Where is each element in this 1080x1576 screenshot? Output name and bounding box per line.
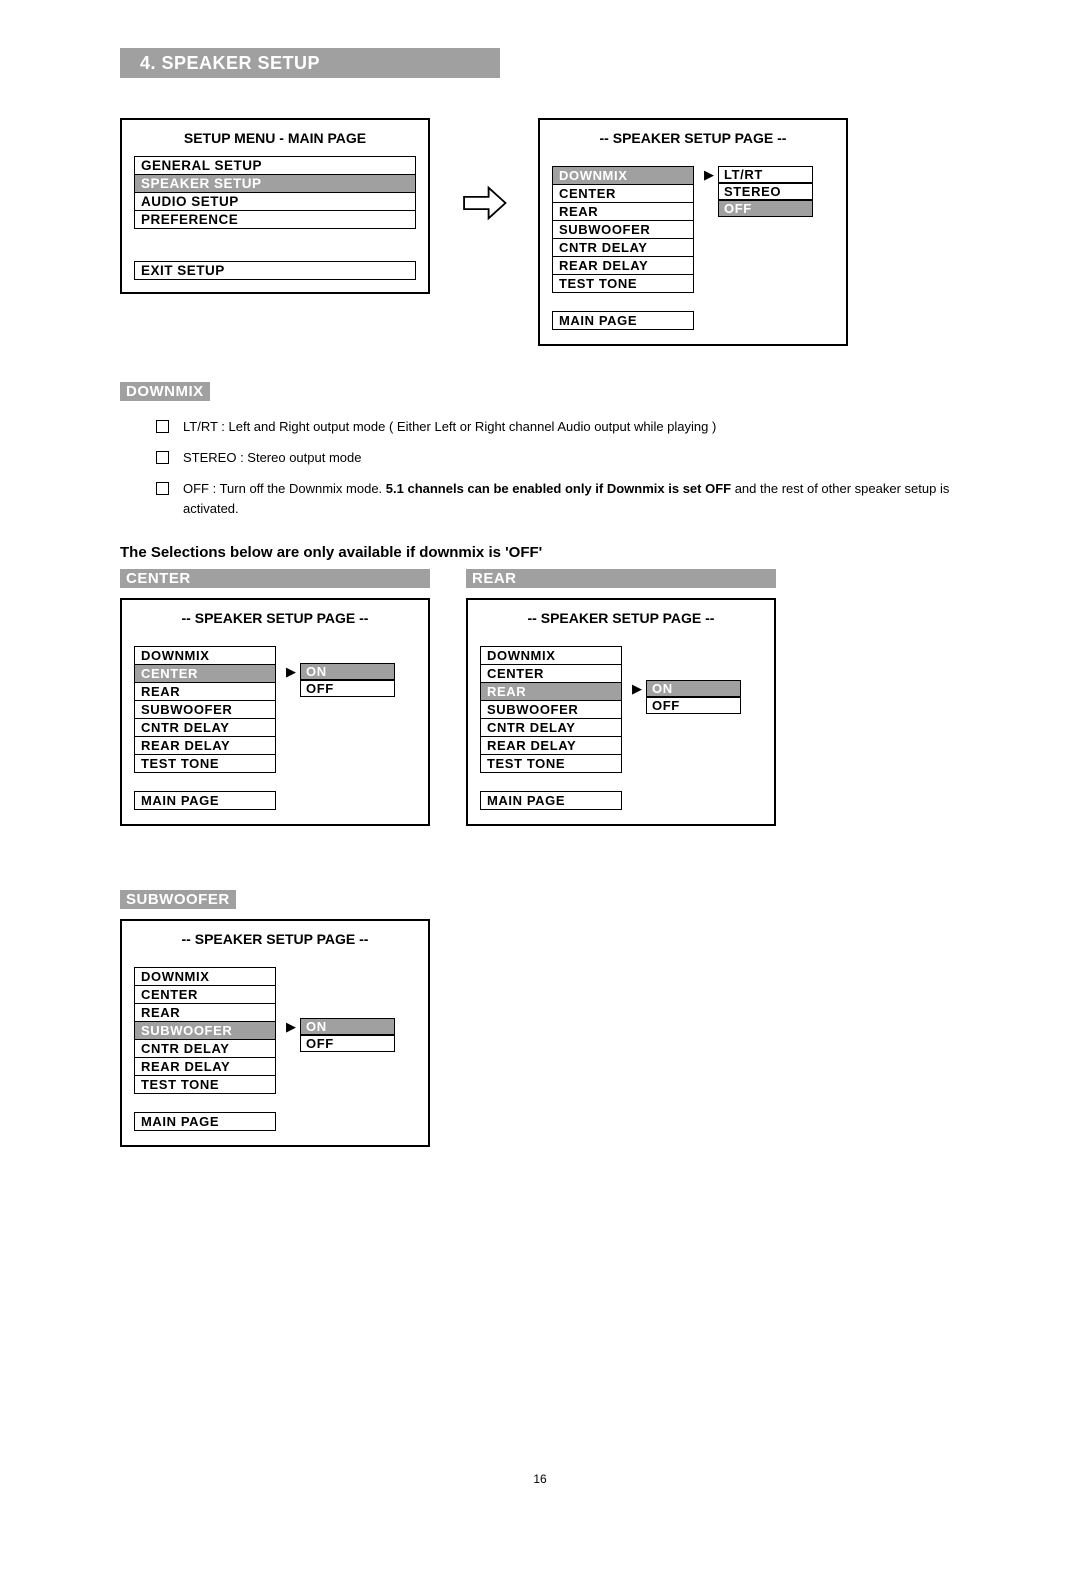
- setup-menu-item[interactable]: GENERAL SETUP: [135, 157, 415, 175]
- triangle-right-icon: ▶: [632, 682, 644, 695]
- subwoofer-heading: SUBWOOFER: [120, 890, 236, 909]
- speaker-option[interactable]: OFF: [300, 1035, 395, 1052]
- page-number: 16: [0, 1472, 1080, 1486]
- speaker-setup-subwoofer-panel: -- SPEAKER SETUP PAGE --DOWNMIXCENTERREA…: [120, 919, 430, 1147]
- exit-setup-item[interactable]: EXIT SETUP: [135, 262, 415, 280]
- speaker-menu-item[interactable]: CNTR DELAY: [553, 239, 693, 257]
- speaker-menu-item[interactable]: DOWNMIX: [553, 167, 693, 185]
- speaker-page-title: -- SPEAKER SETUP PAGE --: [552, 130, 834, 146]
- speaker-menu-item[interactable]: REAR DELAY: [553, 257, 693, 275]
- main-page-item[interactable]: MAIN PAGE: [553, 312, 693, 330]
- speaker-option[interactable]: OFF: [718, 200, 813, 217]
- speaker-menu-item[interactable]: REAR DELAY: [135, 737, 275, 755]
- speaker-menu-item[interactable]: CNTR DELAY: [135, 719, 275, 737]
- arrow-right-icon: [454, 118, 514, 223]
- setup-menu-item[interactable]: AUDIO SETUP: [135, 193, 415, 211]
- speaker-option[interactable]: OFF: [300, 680, 395, 697]
- speaker-menu-item[interactable]: REAR: [481, 683, 621, 701]
- downmix-bullets: LT/RT : Left and Right output mode ( Eit…: [156, 417, 960, 520]
- speaker-menu-item[interactable]: DOWNMIX: [135, 968, 275, 986]
- speaker-option[interactable]: OFF: [646, 697, 741, 714]
- speaker-option[interactable]: ON: [300, 1018, 395, 1035]
- speaker-option[interactable]: STEREO: [718, 183, 813, 200]
- speaker-menu-item[interactable]: CENTER: [481, 665, 621, 683]
- availability-note: The Selections below are only available …: [120, 544, 960, 561]
- downmix-heading: DOWNMIX: [120, 382, 210, 401]
- speaker-menu-item[interactable]: CNTR DELAY: [481, 719, 621, 737]
- section-title-bar: 4. SPEAKER SETUP: [120, 48, 500, 78]
- center-heading: CENTER: [120, 569, 430, 588]
- speaker-menu-item[interactable]: SUBWOOFER: [135, 1022, 275, 1040]
- speaker-option[interactable]: ON: [300, 663, 395, 680]
- section-title: 4. SPEAKER SETUP: [140, 53, 320, 74]
- setup-menu-title: SETUP MENU - MAIN PAGE: [134, 130, 416, 146]
- speaker-menu-item[interactable]: REAR DELAY: [135, 1058, 275, 1076]
- triangle-right-icon: ▶: [286, 665, 298, 678]
- main-page-item[interactable]: MAIN PAGE: [481, 792, 621, 810]
- setup-menu-item[interactable]: PREFERENCE: [135, 211, 415, 229]
- speaker-menu-item[interactable]: SUBWOOFER: [481, 701, 621, 719]
- speaker-page-title: -- SPEAKER SETUP PAGE --: [480, 610, 762, 626]
- bullet-text: STEREO : Stereo output mode: [183, 448, 361, 469]
- speaker-option[interactable]: ON: [646, 680, 741, 697]
- setup-menu-panel: SETUP MENU - MAIN PAGE GENERAL SETUPSPEA…: [120, 118, 430, 294]
- bullet-text: LT/RT : Left and Right output mode ( Eit…: [183, 417, 716, 438]
- speaker-menu-item[interactable]: REAR: [553, 203, 693, 221]
- square-bullet-icon: [156, 420, 169, 433]
- speaker-menu-item[interactable]: SUBWOOFER: [135, 701, 275, 719]
- speaker-setup-rear-panel: -- SPEAKER SETUP PAGE --DOWNMIXCENTERREA…: [466, 598, 776, 826]
- speaker-option[interactable]: LT/RT: [718, 166, 813, 183]
- main-page-item[interactable]: MAIN PAGE: [135, 792, 275, 810]
- setup-menu-item[interactable]: SPEAKER SETUP: [135, 175, 415, 193]
- speaker-menu-item[interactable]: TEST TONE: [135, 1076, 275, 1094]
- speaker-menu-item[interactable]: REAR DELAY: [481, 737, 621, 755]
- triangle-right-icon: ▶: [704, 168, 716, 181]
- speaker-menu-item[interactable]: DOWNMIX: [481, 647, 621, 665]
- main-page-item[interactable]: MAIN PAGE: [135, 1113, 275, 1131]
- speaker-menu-item[interactable]: DOWNMIX: [135, 647, 275, 665]
- speaker-menu-item[interactable]: TEST TONE: [553, 275, 693, 293]
- square-bullet-icon: [156, 482, 169, 495]
- speaker-menu-item[interactable]: TEST TONE: [481, 755, 621, 773]
- speaker-menu-item[interactable]: REAR: [135, 683, 275, 701]
- speaker-menu-item[interactable]: CENTER: [135, 665, 275, 683]
- speaker-menu-item[interactable]: TEST TONE: [135, 755, 275, 773]
- triangle-right-icon: ▶: [286, 1020, 298, 1033]
- speaker-menu-item[interactable]: CENTER: [135, 986, 275, 1004]
- speaker-page-title: -- SPEAKER SETUP PAGE --: [134, 931, 416, 947]
- speaker-setup-downmix-panel: -- SPEAKER SETUP PAGE --DOWNMIXCENTERREA…: [538, 118, 848, 346]
- speaker-menu-item[interactable]: CENTER: [553, 185, 693, 203]
- speaker-setup-center-panel: -- SPEAKER SETUP PAGE --DOWNMIXCENTERREA…: [120, 598, 430, 826]
- rear-heading: REAR: [466, 569, 776, 588]
- speaker-menu-item[interactable]: SUBWOOFER: [553, 221, 693, 239]
- speaker-menu-item[interactable]: CNTR DELAY: [135, 1040, 275, 1058]
- bullet-text: OFF : Turn off the Downmix mode. 5.1 cha…: [183, 479, 960, 521]
- speaker-page-title: -- SPEAKER SETUP PAGE --: [134, 610, 416, 626]
- square-bullet-icon: [156, 451, 169, 464]
- speaker-menu-item[interactable]: REAR: [135, 1004, 275, 1022]
